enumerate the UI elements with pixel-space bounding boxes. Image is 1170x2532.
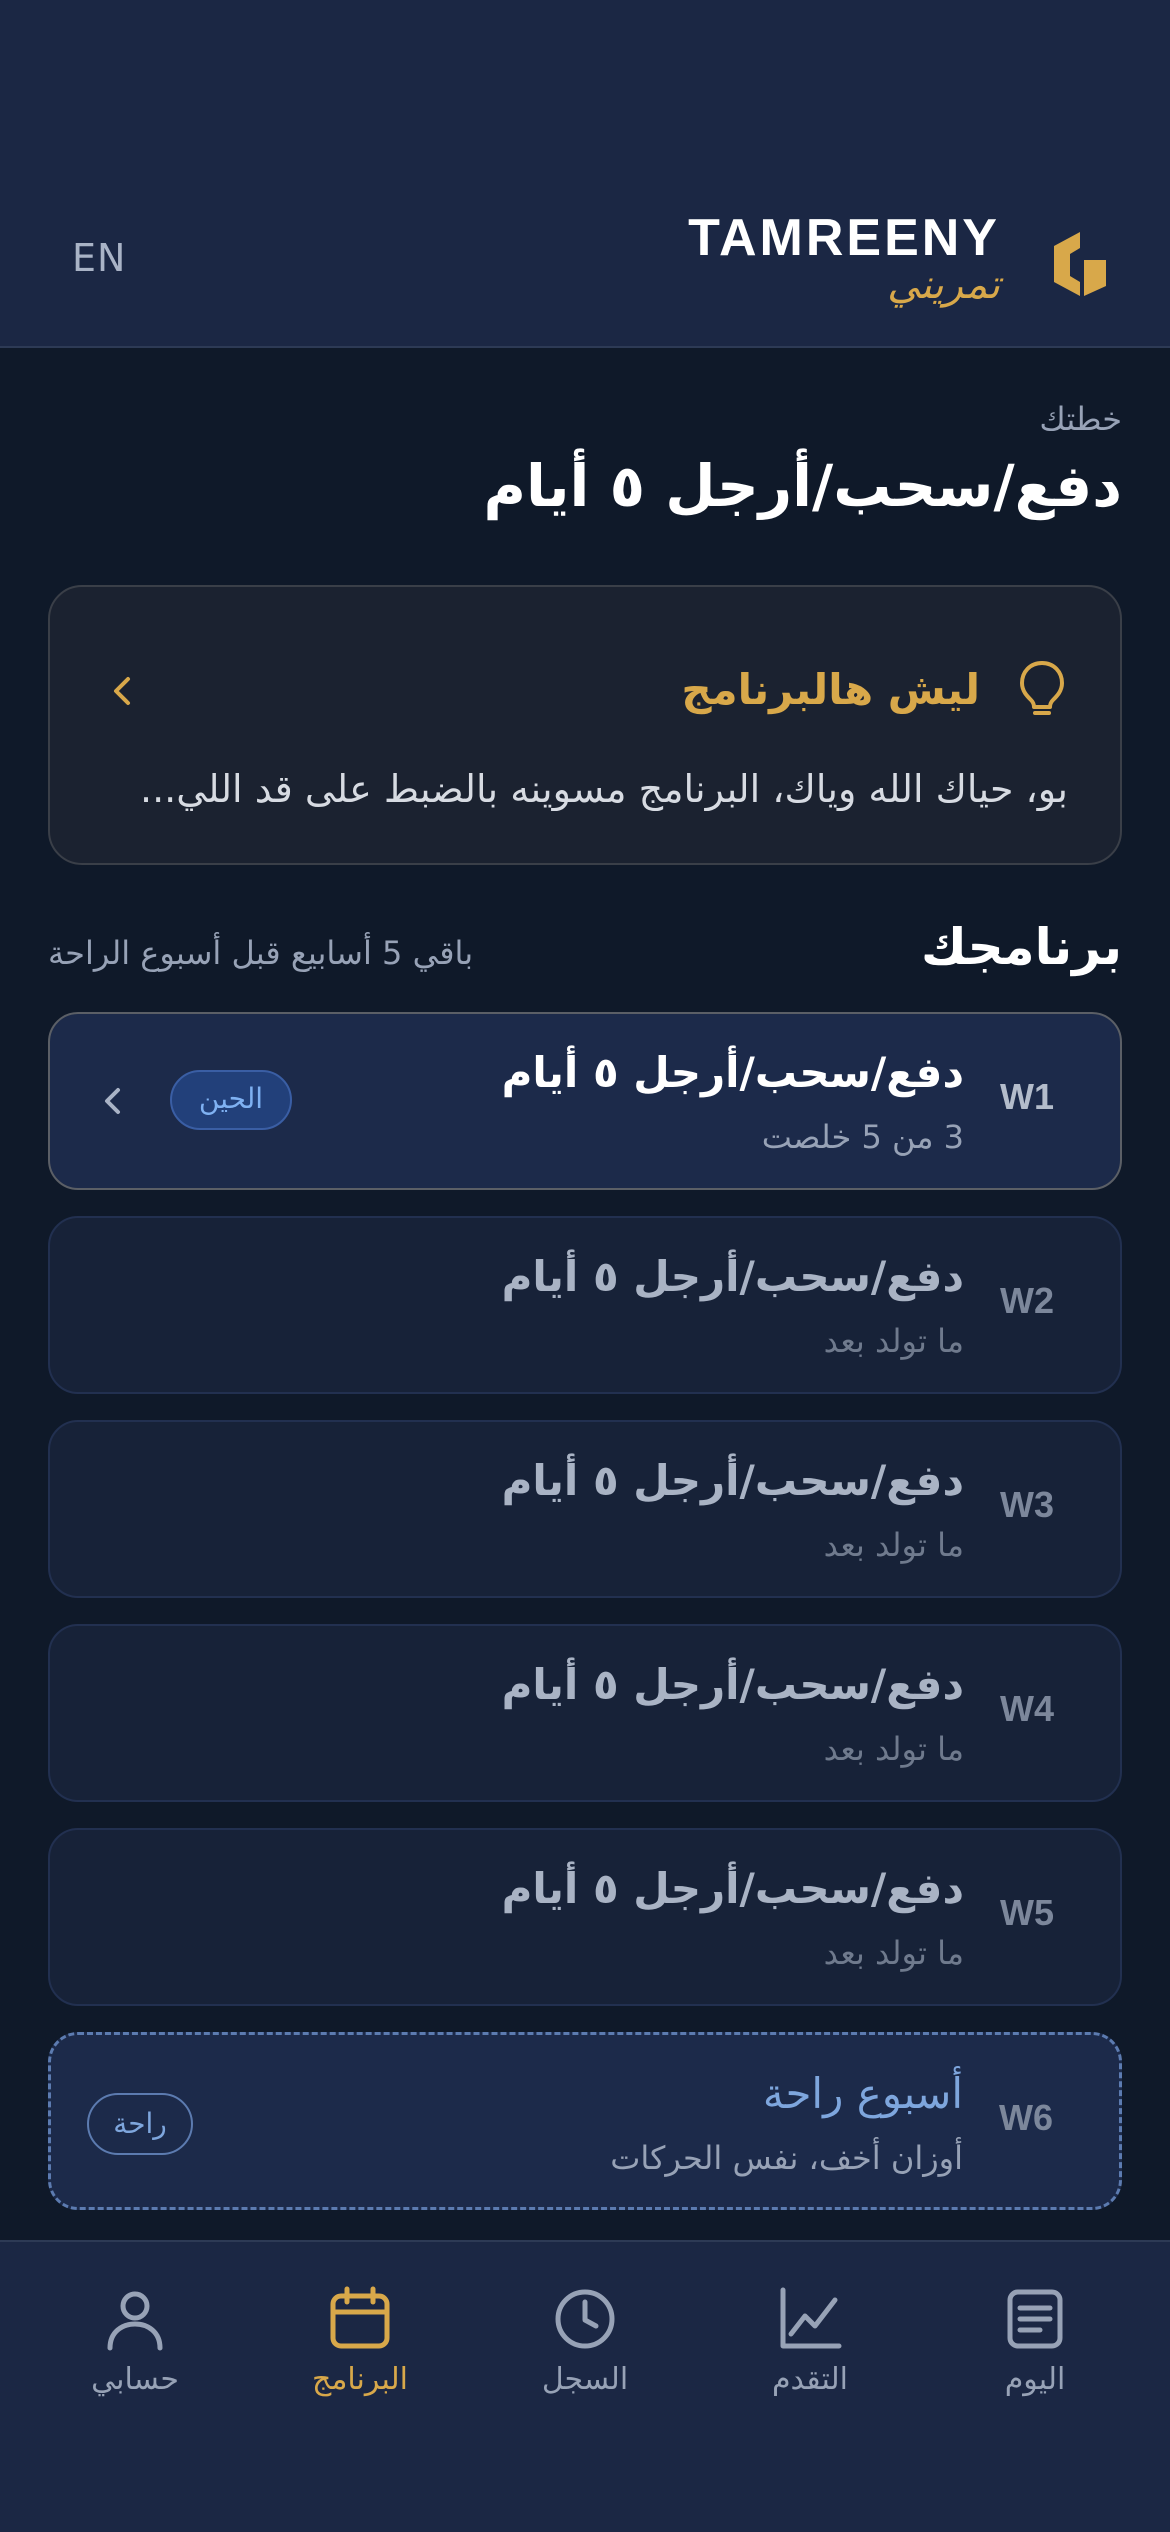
nav-item-program[interactable]: البرنامج (270, 2286, 450, 2416)
lightbulb-icon (1020, 661, 1064, 715)
brand-mark-icon (1054, 232, 1106, 296)
program-section-subtitle: باقي 5 أسابيع قبل أسبوع الراحة (48, 934, 474, 972)
bottom-nav: حسابي البرنامج السجل التقدم اليوم (0, 2240, 1170, 2532)
why-card-title: ليش هالبرنامج (681, 665, 980, 714)
week-status: 3 من 5 خلصت (761, 1118, 964, 1156)
app-root: EN TAMREENY تمريني خطتك دفع/سحب/أرجل ٥ أ… (0, 0, 1170, 2532)
week-card-w5[interactable]: W5 دفع/سحب/أرجل ٥ أيام ما تولد بعد (48, 1828, 1122, 2006)
week-card-w6-rest[interactable]: W6 أسبوع راحة أوزان أخف، نفس الحركات راح… (48, 2032, 1122, 2210)
week-code: W1 (1000, 1076, 1054, 1117)
week-status: ما تولد بعد (823, 1730, 964, 1768)
program-section-title: برنامجك (921, 918, 1122, 976)
person-icon (107, 2291, 163, 2351)
nav-label: اليوم (1004, 2362, 1066, 2397)
nav-label: البرنامج (311, 2362, 408, 2397)
week-code: W3 (1000, 1484, 1054, 1525)
week-card-w4[interactable]: W4 دفع/سحب/أرجل ٥ أيام ما تولد بعد (48, 1624, 1122, 1802)
week-title: أسبوع راحة (762, 2069, 963, 2118)
current-week-badge: الحين (170, 1070, 292, 1130)
week-status: ما تولد بعد (823, 1934, 964, 1972)
language-toggle[interactable]: EN (72, 236, 126, 280)
clock-icon (555, 2289, 615, 2349)
nav-label: حسابي (91, 2362, 179, 2397)
nav-label: السجل (541, 2362, 629, 2397)
week-card-w1[interactable]: W1 دفع/سحب/أرجل ٥ أيام 3 من 5 خلصت الحين (48, 1012, 1122, 1190)
nav-item-history[interactable]: السجل (495, 2286, 675, 2416)
week-card-w2[interactable]: W2 دفع/سحب/أرجل ٥ أيام ما تولد بعد (48, 1216, 1122, 1394)
week-code: W6 (999, 2097, 1053, 2138)
week-code: W5 (1000, 1892, 1054, 1933)
plan-title: دفع/سحب/أرجل ٥ أيام (483, 452, 1122, 520)
chart-icon (780, 2287, 842, 2349)
calendar-icon (330, 2286, 390, 2349)
nav-item-account[interactable]: حسابي (45, 2286, 225, 2416)
week-status: ما تولد بعد (823, 1322, 964, 1360)
nav-item-progress[interactable]: التقدم (720, 2286, 900, 2416)
nav-item-today[interactable]: اليوم (945, 2286, 1125, 2416)
week-title: دفع/سحب/أرجل ٥ أيام (501, 1252, 964, 1301)
brand-name: TAMREENY (688, 209, 1000, 267)
why-program-card[interactable]: ليش هالبرنامج بو، حياك الله وياك، البرنا… (48, 585, 1122, 865)
week-card-w3[interactable]: W3 دفع/سحب/أرجل ٥ أيام ما تولد بعد (48, 1420, 1122, 1598)
plan-label: خطتك (1039, 400, 1122, 438)
brand-arabic-name: تمريني (887, 262, 1000, 308)
chevron-left-icon[interactable] (106, 669, 140, 713)
week-code: W2 (1000, 1280, 1054, 1321)
brand-logo: TAMREENY تمريني (688, 208, 1110, 318)
rest-week-badge: راحة (87, 2093, 193, 2155)
week-code: W4 (1000, 1688, 1054, 1729)
document-icon (1007, 2289, 1063, 2349)
week-title: دفع/سحب/أرجل ٥ أيام (501, 1864, 964, 1913)
week-title: دفع/سحب/أرجل ٥ أيام (501, 1660, 964, 1709)
app-header: EN TAMREENY تمريني (0, 0, 1170, 348)
week-status: أوزان أخف، نفس الحركات (610, 2139, 963, 2177)
week-title: دفع/سحب/أرجل ٥ أيام (501, 1048, 964, 1097)
chevron-left-icon[interactable] (98, 1080, 128, 1122)
week-status: ما تولد بعد (823, 1526, 964, 1564)
week-title: دفع/سحب/أرجل ٥ أيام (501, 1456, 964, 1505)
nav-label: التقدم (771, 2362, 849, 2397)
why-card-body: بو، حياك الله وياك، البرنامج مسوينه بالض… (139, 767, 1068, 811)
